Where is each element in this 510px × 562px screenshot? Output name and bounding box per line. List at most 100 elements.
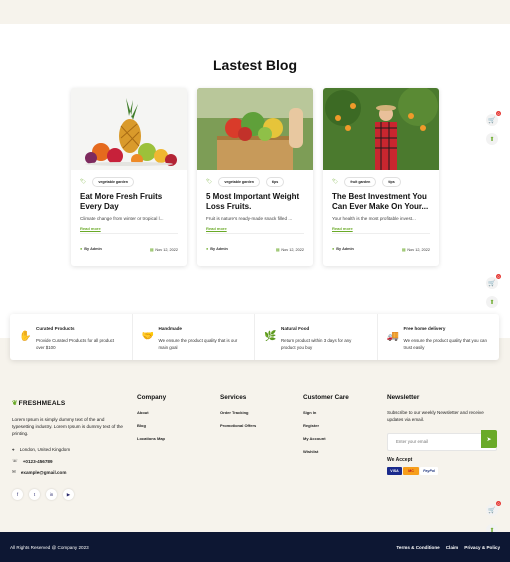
cart-icon: 🛒 — [488, 280, 496, 287]
read-more-link[interactable]: Read more — [332, 226, 353, 231]
cart-button[interactable]: 🛒 0 — [486, 274, 501, 289]
youtube-icon[interactable]: ▶ — [63, 489, 74, 500]
divider — [332, 233, 430, 234]
location-pin-icon: ⌖ — [12, 447, 15, 452]
claim-link[interactable]: Claim — [446, 545, 459, 550]
blog-card-tags: 🏷 vegetable garden tips — [206, 177, 285, 187]
truck-icon: 🚚 — [386, 331, 399, 342]
feature-desc: Return product within 3 days for any pro… — [281, 338, 352, 350]
col-title: Company — [137, 394, 167, 401]
footer-col-customer-care: Customer Care Sign In Register My Accoun… — [303, 394, 349, 462]
copyright-text: All Rights Reserved @ Company 2023 — [10, 545, 89, 550]
terms-link[interactable]: Terms & Conditione — [396, 545, 439, 550]
footer-link-wishlist[interactable]: Wishlist — [303, 449, 349, 462]
hand-leaf-icon: ✋ — [19, 331, 32, 342]
blog-card-excerpt: Climate change from winter or tropical l… — [80, 216, 164, 221]
blog-section-title: Lastest Blog — [212, 57, 297, 73]
date-label: Nov 12, 2022 — [281, 248, 304, 252]
paypal-icon: PayPal — [420, 467, 438, 475]
tag-badge[interactable]: vegetable garden — [92, 177, 134, 187]
cart-button[interactable]: 🛒 0 — [486, 111, 501, 126]
read-more-link[interactable]: Read more — [80, 226, 101, 231]
payment-methods: VISA MC PayPal — [387, 467, 497, 475]
newsletter-form: ➤ — [387, 430, 497, 451]
footer-link-my-account[interactable]: My Account — [303, 436, 349, 449]
calendar-icon: ▦ — [149, 248, 154, 252]
scroll-top-button[interactable]: ⬆ — [486, 296, 498, 308]
blog-card[interactable]: 🏷 vegetable garden Eat More Fresh Fruits… — [71, 88, 187, 266]
blog-card-meta: ● By Admin ▦ Nov 12, 2022 — [80, 247, 178, 252]
feature-title: Curated Products — [36, 326, 75, 331]
send-icon[interactable]: ➤ — [481, 430, 497, 448]
top-band — [0, 0, 510, 24]
legal-links: Terms & Conditione Claim Privacy & Polic… — [396, 545, 500, 550]
footer-link-locations[interactable]: Locations Map — [137, 436, 166, 449]
cart-button[interactable]: 🛒 0 — [486, 501, 501, 516]
blog-card-image-fruits[interactable] — [71, 88, 187, 170]
footer-link-register[interactable]: Register — [303, 423, 349, 436]
leaf-logo-icon: ❦ — [12, 400, 18, 407]
footer-link-order-tracking[interactable]: Order Tracking — [220, 410, 256, 423]
blog-card-title[interactable]: 5 Most Important Weight Loss Fruits. — [206, 192, 306, 212]
phone-icon: ☏ — [12, 458, 18, 463]
feature-title: Handmade — [158, 326, 183, 331]
mail-icon: ✉ — [12, 469, 16, 474]
leaf-icon: 🏷 — [80, 179, 87, 185]
blog-card-excerpt: Fruit is nature's ready-made snack fille… — [206, 216, 293, 221]
cart-icon: 🛒 — [488, 507, 496, 514]
cart-icon: 🛒 — [488, 117, 496, 124]
tag-badge[interactable]: tips — [382, 177, 401, 187]
feature-handmade: 🤝 Handmade We ensure the product quality… — [133, 314, 255, 360]
facebook-icon[interactable]: f — [12, 489, 23, 500]
author-label: By Admin — [84, 247, 102, 251]
blog-card[interactable]: 🏷 vegetable garden tips 5 Most Important… — [197, 88, 313, 266]
col-title: Customer Care — [303, 394, 349, 401]
blog-card-meta: ● By Admin ▦ Nov 12, 2022 — [332, 247, 430, 252]
tag-badge[interactable]: fruit garden — [344, 177, 377, 187]
footer-link-sign-in[interactable]: Sign In — [303, 410, 349, 423]
blog-card-title[interactable]: Eat More Fresh Fruits Every Day — [80, 192, 180, 212]
divider — [80, 233, 178, 234]
feature-desc: We ensure the product quality that you c… — [403, 338, 487, 350]
phone-text: +0123-456789 — [22, 458, 53, 464]
features-strip: ✋ Curated Products Provide Curated Produ… — [10, 314, 499, 360]
cart-count-badge: 0 — [496, 274, 501, 279]
footer-link-blog[interactable]: Blog — [137, 423, 166, 436]
footer-link-promotional-offers[interactable]: Promotional Offers — [220, 423, 256, 436]
read-more-link[interactable]: Read more — [206, 226, 227, 231]
feature-curated: ✋ Curated Products Provide Curated Produ… — [10, 314, 133, 360]
leaf-icon: 🌿 — [264, 331, 277, 342]
date-label: Nov 12, 2022 — [407, 248, 430, 252]
scroll-top-button[interactable]: ⬆ — [486, 133, 498, 145]
tag-badge[interactable]: vegetable garden — [218, 177, 260, 187]
we-accept-label: We Accept — [387, 457, 413, 463]
tag-badge[interactable]: tips — [265, 177, 285, 187]
blog-card-title[interactable]: The Best Investment You Can Ever Make On… — [332, 192, 432, 212]
logo-text: FRESHMEALS — [18, 400, 66, 407]
cart-count-badge: 0 — [496, 501, 501, 506]
blog-card-image-vegetables[interactable] — [197, 88, 313, 170]
blog-card[interactable]: 🏷 fruit garden tips The Best Investment … — [323, 88, 439, 266]
privacy-link[interactable]: Privacy & Policy — [464, 545, 500, 550]
cart-count-badge: 0 — [496, 111, 501, 116]
feature-title: Natural Food — [281, 326, 310, 331]
contact-phone[interactable]: ☏ +0123-456789 — [12, 458, 53, 464]
blog-card-meta: ● By Admin ▦ Nov 12, 2022 — [206, 247, 304, 252]
twitter-icon[interactable]: t — [29, 489, 40, 500]
linkedin-icon[interactable]: in — [46, 489, 57, 500]
footer-col-company: Company About Blog Locations Map — [137, 394, 166, 449]
blog-card-image-orchard[interactable] — [323, 88, 439, 170]
arrow-up-icon: ⬆ — [489, 136, 495, 143]
feature-free-delivery: 🚚 Free home delivery We ensure the produ… — [378, 314, 500, 360]
author-label: By Admin — [210, 247, 228, 251]
footer-link-about[interactable]: About — [137, 410, 166, 423]
handshake-icon: 🤝 — [141, 331, 154, 342]
contact-email[interactable]: ✉ example@gmail.com — [12, 469, 66, 475]
calendar-icon: ▦ — [401, 248, 406, 252]
site-logo[interactable]: ❦FRESHMEALS — [12, 399, 65, 407]
bottom-bar: All Rights Reserved @ Company 2023 Terms… — [0, 532, 510, 562]
date-label: Nov 12, 2022 — [155, 248, 178, 252]
arrow-up-icon: ⬆ — [489, 299, 495, 306]
mastercard-icon: MC — [403, 467, 419, 475]
user-icon: ● — [332, 247, 335, 251]
